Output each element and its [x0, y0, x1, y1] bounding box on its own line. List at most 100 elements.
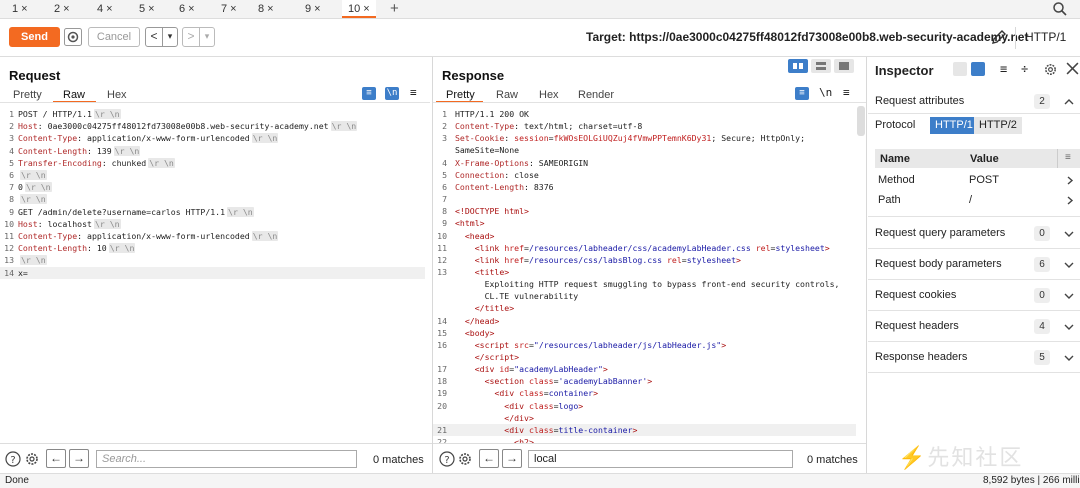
inspector-section[interactable]: Request headers 4 [868, 311, 1080, 342]
line-number: 12 [437, 254, 447, 265]
gear-icon[interactable] [24, 451, 40, 467]
repeater-tab[interactable]: 6 × [179, 0, 195, 18]
show-newlines-toggle[interactable]: \n [385, 87, 399, 100]
inspector-layout-icon[interactable] [953, 62, 967, 76]
gear-icon[interactable] [64, 28, 82, 46]
layout-top-bottom-icon[interactable] [811, 59, 831, 73]
protocol-http1-option[interactable]: HTTP/1 [930, 117, 978, 134]
repeater-tab[interactable]: 8 × [258, 0, 274, 18]
collapse-all-icon[interactable]: ÷ [1021, 62, 1028, 76]
help-icon[interactable]: ? [5, 451, 21, 467]
code-text: <section class='academyLabBanner'> [484, 376, 653, 387]
tab-hex[interactable]: Hex [539, 89, 559, 101]
repeater-tab[interactable]: 9 × [305, 0, 321, 18]
tab-pretty[interactable]: Pretty [13, 89, 42, 101]
header-value: : application/x-www-form-urlencoded [77, 231, 250, 241]
crlf-marker: \r \n [93, 109, 121, 119]
header-key: Content-Length [18, 243, 88, 254]
search-next-button[interactable]: → [69, 449, 89, 468]
tab-raw[interactable]: Raw [496, 89, 518, 101]
response-editor[interactable]: 1 HTTP/1.1 200 OK 2 Content-Type: text/html… [433, 108, 856, 443]
code-text: <h2> [514, 437, 534, 443]
close-icon[interactable] [1066, 62, 1079, 75]
cancel-button[interactable]: Cancel [88, 27, 140, 47]
code-text: <body> [464, 327, 495, 338]
inspector-layout-active-icon[interactable] [971, 62, 985, 76]
inspector-section[interactable]: Request body parameters 6 [868, 249, 1080, 280]
search-previous-button[interactable]: ← [479, 449, 499, 468]
code-text: Transfer-Encoding: chunked \r \n [18, 157, 175, 169]
count-badge: 6 [1034, 257, 1050, 272]
repeater-tab[interactable]: 4 × [97, 0, 113, 18]
search-input[interactable]: local [528, 450, 793, 468]
code-line: 8 \r \n [0, 193, 425, 205]
gear-icon[interactable] [1043, 62, 1058, 77]
tab-hex[interactable]: Hex [107, 89, 127, 101]
pretty-print-icon[interactable]: ≡ [362, 87, 376, 100]
request-menu-icon[interactable]: ≡ [410, 86, 417, 99]
table-menu-icon[interactable]: ≡ [1065, 152, 1071, 163]
response-scrollbar[interactable] [857, 106, 865, 136]
history-forward-menu[interactable]: ▾ [199, 28, 214, 46]
response-menu-icon[interactable]: ≡ [843, 86, 850, 99]
layout-side-by-side-icon[interactable] [788, 59, 808, 73]
request-attributes-section[interactable]: Request attributes 2 [868, 88, 1080, 114]
repeater-tab[interactable]: 2 × [54, 0, 70, 18]
crlf-marker: \r \n [330, 121, 358, 132]
search-icon[interactable] [1052, 1, 1068, 17]
attribute-row-method[interactable]: Method POST [875, 170, 1080, 190]
history-back-button[interactable]: < [146, 28, 162, 46]
code-line: 3 Content-Type: application/x-www-form-ur… [0, 132, 425, 144]
inspector-title: Inspector [875, 63, 934, 78]
code-line: 7 0 \r \n [0, 181, 425, 193]
line-number: 11 [4, 231, 14, 241]
show-newlines-toggle[interactable]: \n [819, 86, 832, 99]
line-number: 15 [437, 327, 447, 338]
repeater-tab[interactable]: 1 × [12, 0, 28, 18]
inspector-section[interactable]: Request cookies 0 [868, 280, 1080, 311]
history-back-menu[interactable]: ▾ [162, 28, 177, 46]
code-text: HTTP/1.1 200 OK [455, 109, 529, 119]
send-button[interactable]: Send [9, 27, 60, 47]
gear-icon[interactable] [457, 451, 473, 467]
line-number: 10 [437, 230, 447, 241]
code-line: 7 [433, 193, 856, 205]
protocol-http2-option[interactable]: HTTP/2 [974, 117, 1022, 134]
inspector-section[interactable]: Response headers 5 [868, 342, 1080, 373]
edit-target-icon[interactable] [990, 28, 1008, 46]
http-version-label[interactable]: HTTP/1 [1025, 30, 1066, 44]
code-line: 3 Set-Cookie: session=fkWOsEOLGiUQZuj4fVm… [433, 132, 856, 144]
repeater-tab[interactable]: 7 × [221, 0, 237, 18]
code-line: </script> [433, 351, 856, 363]
repeater-tab[interactable]: 5 × [139, 0, 155, 18]
section-label: Request query parameters [875, 227, 1006, 239]
pretty-print-icon[interactable]: ≡ [795, 87, 809, 100]
tab-raw[interactable]: Raw [63, 89, 85, 101]
request-editor[interactable]: 1 POST / HTTP/1.1 \r \n 2 Host: 0ae3000c0427… [0, 108, 430, 443]
layout-tabs-icon[interactable] [834, 59, 854, 73]
search-next-button[interactable]: → [502, 449, 522, 468]
history-forward-button[interactable]: > [183, 28, 199, 46]
section-label: Request body parameters [875, 258, 1002, 270]
expand-all-icon[interactable]: ≡ [1000, 62, 1007, 76]
code-text: SameSite=None [455, 145, 520, 156]
inspector-section[interactable]: Request query parameters 0 [868, 218, 1080, 249]
code-line: 18 <section class='academyLabBanner'> [433, 375, 856, 387]
header-key: Content-Length [18, 145, 88, 156]
chevron-down-icon [1064, 231, 1074, 237]
attribute-row-path[interactable]: Path / [875, 190, 1080, 210]
repeater-tab[interactable]: 10 × [342, 0, 376, 18]
search-previous-button[interactable]: ← [46, 449, 66, 468]
tab-render[interactable]: Render [578, 89, 614, 101]
code-text: \r \n [18, 254, 47, 266]
request-search-bar: ? ← → Search... 0 matches [0, 443, 432, 473]
column-name-header: Name [880, 153, 910, 165]
code-line: 15 <body> [433, 327, 856, 339]
code-line: 6 Content-Length: 8376 [433, 181, 856, 193]
search-input[interactable]: Search... [96, 450, 357, 468]
help-icon[interactable]: ? [439, 451, 455, 467]
header-key: Content-Type [18, 133, 78, 144]
code-line: CL.TE vulnerability [433, 290, 856, 302]
add-tab-button[interactable]: + [390, 0, 399, 17]
tab-pretty[interactable]: Pretty [446, 89, 475, 101]
